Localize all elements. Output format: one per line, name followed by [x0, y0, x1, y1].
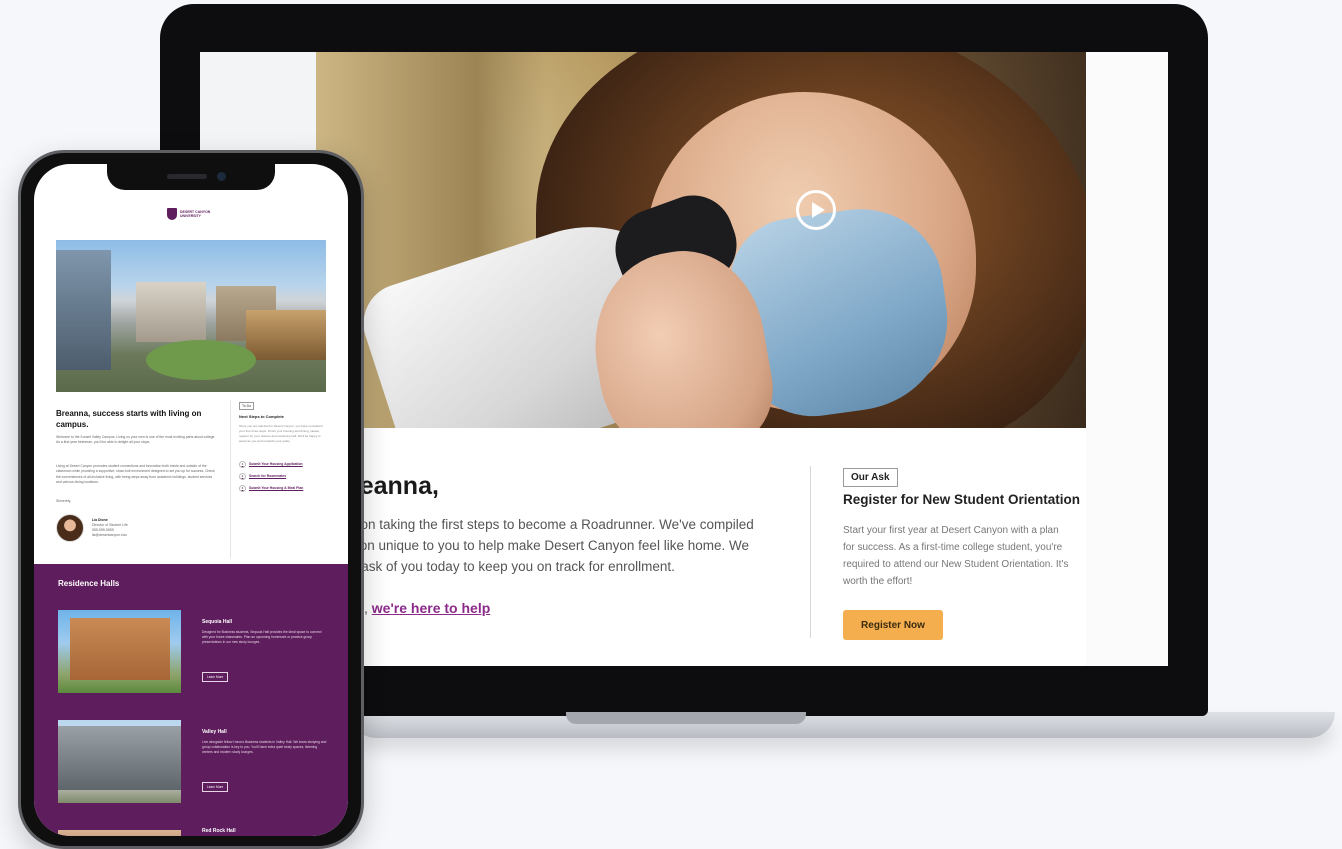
hall-building: [58, 726, 181, 790]
laptop-hinge-notch: [566, 712, 806, 724]
next-step-link[interactable]: Submit Your Housing & Meal Plan: [249, 486, 303, 490]
ask-body-line: worth the effort!: [843, 576, 913, 587]
step-number: 3: [239, 484, 246, 492]
ask-body-line: Start your first year at Desert Canyon w…: [843, 525, 1059, 536]
play-icon[interactable]: [796, 190, 836, 230]
content-divider: [810, 466, 811, 638]
sequoia-hall-image: [58, 610, 181, 693]
phone-notch: [107, 164, 275, 190]
logo-text: DESERT CANYON UNIVERSITY: [180, 210, 210, 218]
residence-halls-title: Residence Halls: [58, 579, 120, 588]
phone-headline: Breanna, success starts with living on c…: [56, 409, 202, 429]
step-number: 2: [239, 472, 246, 480]
hall-name: Sequoia Hall: [202, 619, 233, 625]
email-intro-line: s on taking the first steps to become a …: [350, 517, 754, 532]
logo-line: UNIVERSITY: [180, 214, 202, 218]
next-steps-title: Next Steps to Complete: [239, 414, 284, 419]
ask-body-line: required to attend our New Student Orien…: [843, 559, 1069, 570]
next-step-item[interactable]: 3 Submit Your Housing & Meal Plan: [239, 482, 303, 494]
hall-building: [70, 618, 170, 680]
university-logo-icon: [167, 208, 177, 220]
hero-video[interactable]: [316, 52, 1086, 428]
campus-building: [246, 310, 326, 360]
step-number: 1: [239, 460, 246, 468]
signature-email[interactable]: lia@desertcanyon.edu: [92, 533, 128, 538]
next-step-item[interactable]: 1 Submit Your Housing Application: [239, 458, 303, 470]
valley-hall-image: [58, 720, 181, 803]
next-step-link[interactable]: Search for Roommates: [249, 474, 286, 478]
hall-name: Valley Hall: [202, 729, 227, 735]
ask-title: Register for New Student Orientation: [843, 492, 1081, 507]
residence-halls-section: Residence Halls Sequoia Hall Designed fo…: [34, 564, 348, 836]
campus-image: [56, 240, 326, 392]
red-rock-hall-image: [58, 830, 181, 836]
campus-building: [136, 282, 206, 342]
ask-body: Start your first year at Desert Canyon w…: [843, 522, 1103, 590]
signature-name: Lia Dione: [92, 518, 108, 522]
learn-more-button[interactable]: Learn More: [202, 672, 229, 682]
campus-building: [56, 250, 111, 370]
phone-frame: DESERT CANYON UNIVERSITY Breanna, succes…: [18, 150, 364, 849]
email-intro: s on taking the first steps to become a …: [350, 514, 770, 577]
hall-description: Designed for Business students, Sequoia …: [202, 630, 322, 645]
email-intro-line: e ask of you today to keep you on track …: [350, 559, 675, 574]
register-now-button[interactable]: Register Now: [843, 610, 943, 640]
email-intro-line: sion unique to you to help make Desert C…: [350, 538, 749, 553]
sidebar-divider: [230, 400, 231, 558]
phone-screen: DESERT CANYON UNIVERSITY Breanna, succes…: [34, 164, 348, 836]
ask-body-line: for success. As a first-time college stu…: [843, 542, 1063, 553]
help-link[interactable]: we're here to help: [372, 600, 490, 616]
our-ask-badge: Our Ask: [843, 468, 898, 487]
signature-block: Lia Dione Director of Student Life 555-5…: [92, 518, 128, 538]
next-steps-list: 1 Submit Your Housing Application 2 Search…: [239, 458, 303, 494]
phone-paragraph: Living at Desert Canyon promotes student…: [56, 464, 215, 485]
university-logo[interactable]: DESERT CANYON UNIVERSITY: [167, 208, 210, 220]
hall-description: Live alongside fellow Honors Business st…: [202, 740, 327, 755]
next-step-link[interactable]: Submit Your Housing Application: [249, 462, 303, 466]
campus-lawn: [146, 340, 256, 380]
phone-paragraph: Welcome to the Sunset Valley Campus. Liv…: [56, 435, 216, 445]
hall-name: Red Rock Hall: [202, 828, 236, 834]
help-line: ys, we're here to help: [350, 600, 490, 616]
to-do-badge: To Do: [239, 402, 255, 410]
learn-more-button[interactable]: Learn More: [202, 782, 229, 792]
next-step-item[interactable]: 2 Search for Roommates: [239, 470, 303, 482]
next-steps-body: Since you are admitted to Desert Canyon,…: [239, 424, 323, 443]
signature-label: Sincerely,: [56, 499, 72, 503]
avatar: [56, 514, 84, 542]
